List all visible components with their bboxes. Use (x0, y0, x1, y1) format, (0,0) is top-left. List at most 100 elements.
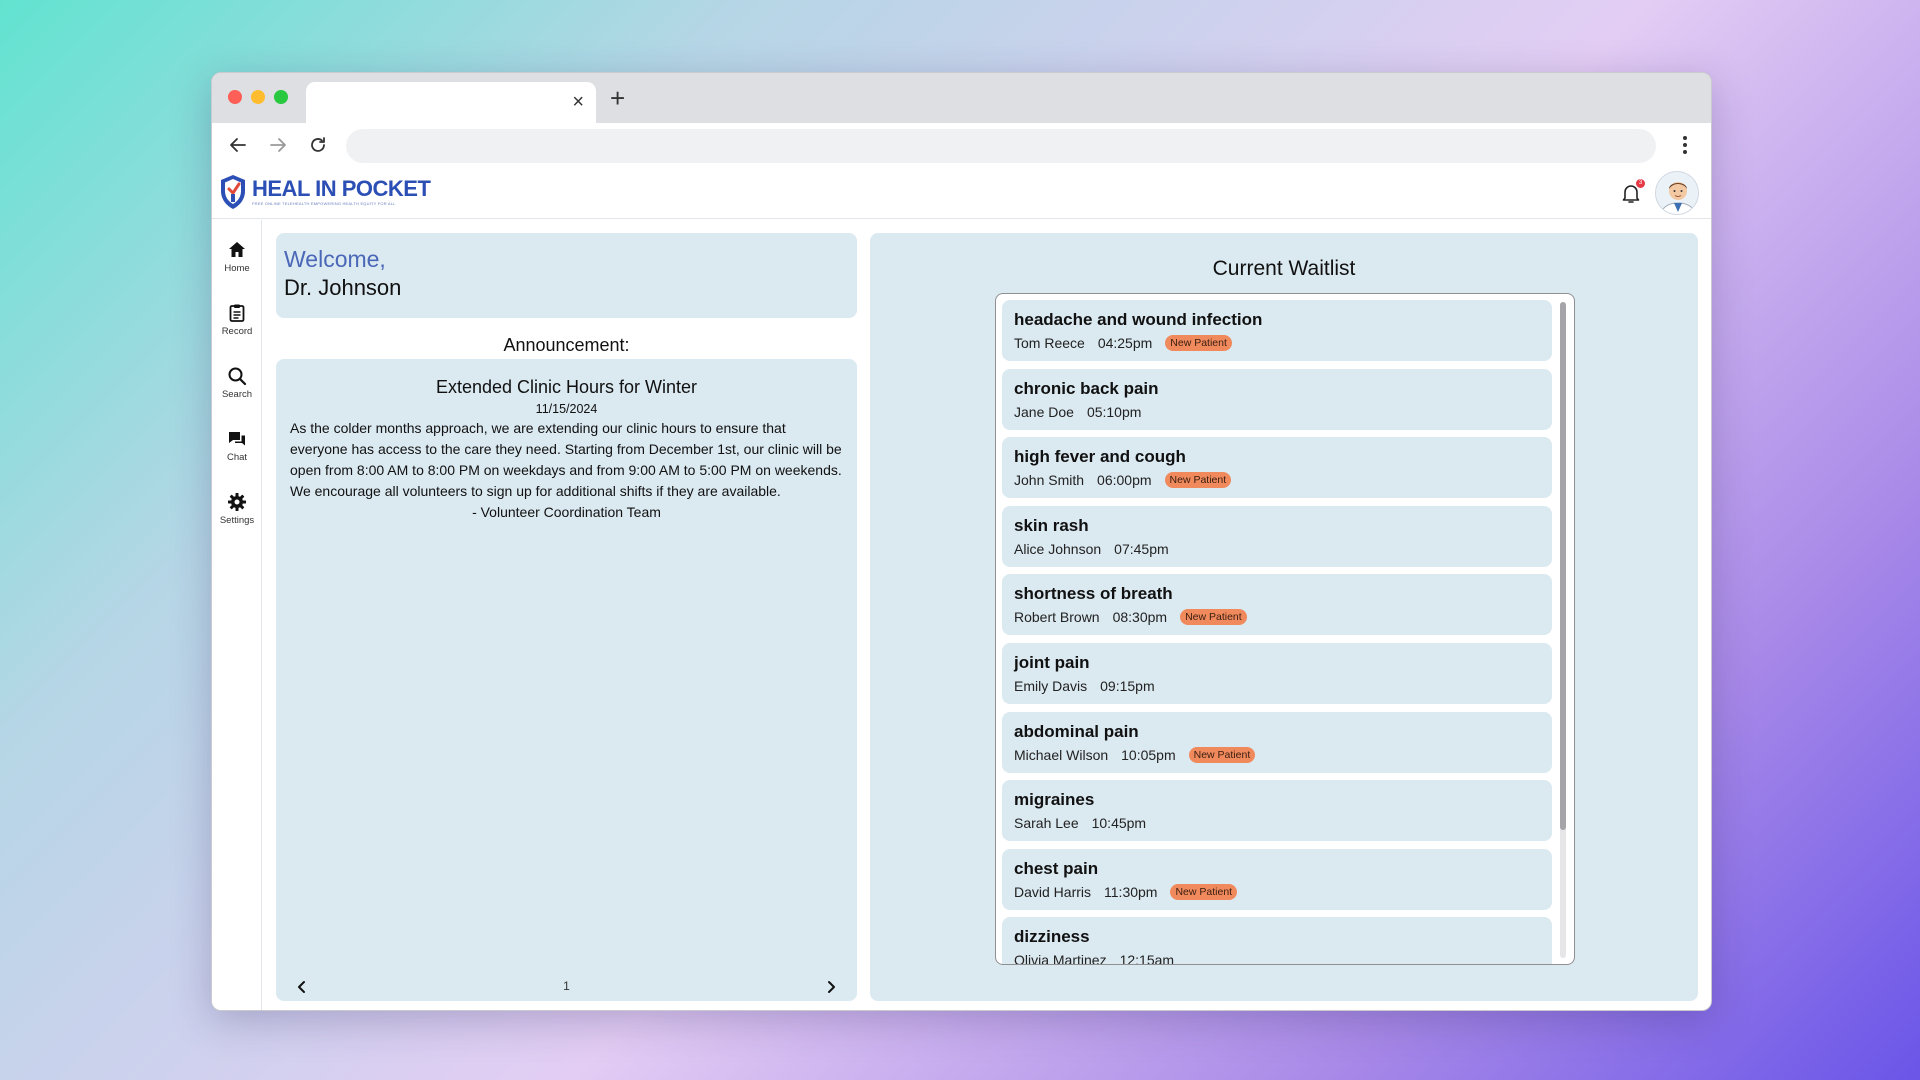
waitlist-item[interactable]: chest pain David Harris 11:30pm New Patient (1002, 848, 1552, 910)
waitlist-item[interactable]: dizziness Olivia Martinez 12:15am (1002, 917, 1552, 965)
waitlist-patient-name: Jane Doe (1014, 403, 1074, 420)
waitlist-condition: high fever and cough (1014, 447, 1186, 467)
announcement-signature: - Volunteer Coordination Team (472, 504, 661, 520)
close-window-button[interactable] (228, 90, 242, 104)
arrow-left-icon (230, 138, 246, 152)
waitlist-meta: Olivia Martinez 12:15am (1014, 951, 1540, 965)
announcement-title: Extended Clinic Hours for Winter (435, 377, 698, 397)
waitlist-item[interactable]: joint pain Emily Davis 09:15pm (1002, 642, 1552, 704)
waitlist-meta: Tom Reece 04:25pm New Patient (1014, 334, 1540, 352)
chat-icon (229, 432, 245, 446)
sidebar-item-label: Search (221, 389, 253, 400)
logo-tagline: FREE ONLINE TELEHEALTH EMPOWERING HEALTH… (252, 201, 396, 206)
doctor-name: Dr. Johnson (284, 275, 402, 300)
waitlist-scroll-thumb[interactable] (1560, 302, 1566, 830)
waitlist-meta: John Smith 06:00pm New Patient (1014, 471, 1540, 489)
sidebar-item-label: Settings (219, 515, 255, 526)
tab-strip: × + (212, 73, 1711, 123)
announcement-next-button[interactable] (821, 977, 841, 997)
waitlist-panel: Current Waitlist headache and wound infe… (870, 233, 1698, 1001)
home-icon (229, 242, 245, 257)
reload-icon (311, 137, 325, 152)
waitlist-item[interactable]: migraines Sarah Lee 10:45pm (1002, 780, 1552, 842)
waitlist-meta: Michael Wilson 10:05pm New Patient (1014, 746, 1540, 764)
gear-icon (228, 493, 246, 511)
sidebar: Home Record Search Chat Settings (212, 220, 262, 1010)
waitlist-meta: David Harris 11:30pm New Patient (1014, 883, 1540, 901)
waitlist-patient-name: David Harris (1014, 883, 1092, 900)
reload-button[interactable] (306, 133, 330, 157)
waitlist-condition: migraines (1014, 790, 1095, 810)
waitlist-time: 09:15pm (1100, 677, 1155, 694)
waitlist-patient-name: Robert Brown (1014, 609, 1100, 626)
waitlist-time: 10:05pm (1121, 746, 1176, 763)
waitlist-condition: shortness of breath (1014, 584, 1173, 604)
waitlist-time: 10:45pm (1091, 815, 1147, 832)
address-bar[interactable] (346, 129, 1656, 163)
browser-menu-button[interactable] (1677, 133, 1693, 157)
waitlist-scrollbar[interactable] (1560, 302, 1566, 958)
minimize-window-button[interactable] (251, 90, 265, 104)
waitlist-item[interactable]: headache and wound infection Tom Reece 04:… (1002, 300, 1552, 361)
waitlist-list[interactable]: headache and wound infection Tom Reece 04:… (995, 293, 1575, 965)
sidebar-item-label: Home (224, 263, 250, 274)
sidebar-item-settings[interactable]: Settings (212, 492, 262, 544)
waitlist-meta: Robert Brown 08:30pm New Patient (1014, 608, 1540, 626)
waitlist-patient-name: Olivia Martinez (1014, 952, 1107, 965)
announcement-heading: Announcement: (503, 335, 630, 355)
search-icon (228, 367, 247, 386)
forward-button[interactable] (266, 133, 290, 157)
shield-logo-icon (221, 175, 245, 209)
maximize-window-button[interactable] (274, 90, 288, 104)
sidebar-item-home[interactable]: Home (212, 240, 262, 292)
sidebar-item-chat[interactable]: Chat (212, 429, 262, 481)
waitlist-patient-name: Michael Wilson (1014, 746, 1109, 763)
window-controls (228, 90, 288, 104)
logo-wordmark: HEAL IN POCKET FREE ONLINE TELEHEALTH EM… (252, 176, 431, 207)
waitlist-item[interactable]: high fever and cough John Smith 06:00pm New… (1002, 437, 1552, 499)
waitlist-condition: skin rash (1014, 515, 1089, 535)
welcome-greeting: Welcome, (284, 246, 386, 272)
waitlist-time: 11:30pm (1104, 883, 1158, 900)
browser-tab[interactable]: × (306, 82, 596, 123)
announcement-body: As the colder months approach, we are ex… (290, 420, 842, 499)
new-patient-badge: New Patient (1165, 335, 1232, 351)
waitlist-time: 12:15am (1119, 952, 1175, 965)
waitlist-time: 05:10pm (1086, 403, 1142, 420)
waitlist-item[interactable]: chronic back pain Jane Doe 05:10pm (1002, 368, 1552, 430)
arrow-right-icon (270, 138, 286, 152)
user-avatar[interactable] (1655, 171, 1699, 215)
back-button[interactable] (226, 133, 250, 157)
app-logo[interactable]: HEAL IN POCKET FREE ONLINE TELEHEALTH EM… (218, 173, 431, 211)
notifications-button[interactable]: 3 (1619, 179, 1645, 205)
waitlist-time: 04:25pm (1097, 335, 1153, 351)
waitlist-condition: headache and wound infection (1014, 310, 1263, 329)
waitlist-item[interactable]: abdominal pain Michael Wilson 10:05pm New P… (1002, 711, 1552, 773)
new-tab-button[interactable]: + (610, 85, 625, 111)
waitlist-item[interactable]: skin rash Alice Johnson 07:45pm (1002, 505, 1552, 567)
announcement-date: 11/15/2024 (535, 402, 598, 416)
waitlist-condition: chest pain (1014, 858, 1099, 878)
chevron-right-icon (828, 981, 835, 993)
waitlist-condition: dizziness (1014, 927, 1090, 947)
tab-close-icon[interactable]: × (572, 92, 584, 112)
waitlist-condition: joint pain (1014, 652, 1090, 672)
new-patient-badge: New Patient (1188, 746, 1256, 763)
waitlist-meta: Jane Doe 05:10pm (1014, 403, 1540, 421)
sidebar-item-record[interactable]: Record (212, 303, 262, 355)
waitlist-time: 07:45pm (1114, 540, 1169, 557)
clipboard-icon (229, 304, 245, 322)
logo-text: HEAL IN POCKET (252, 176, 431, 201)
notification-count-badge: 3 (1636, 179, 1645, 188)
waitlist-time: 08:30pm (1112, 609, 1168, 626)
waitlist-condition: chronic back pain (1014, 378, 1159, 398)
waitlist-meta: Alice Johnson 07:45pm (1014, 540, 1540, 558)
waitlist-items: headache and wound infection Tom Reece 04:… (1002, 300, 1552, 965)
waitlist-condition: abdominal pain (1014, 721, 1139, 741)
sidebar-item-label: Chat (226, 452, 248, 463)
waitlist-title: Current Waitlist (1212, 257, 1356, 280)
sidebar-item-search[interactable]: Search (212, 366, 262, 418)
waitlist-item[interactable]: shortness of breath Robert Brown 08:30pm Ne… (1002, 574, 1552, 636)
waitlist-patient-name: Alice Johnson (1014, 540, 1102, 557)
waitlist-time: 06:00pm (1097, 472, 1152, 489)
